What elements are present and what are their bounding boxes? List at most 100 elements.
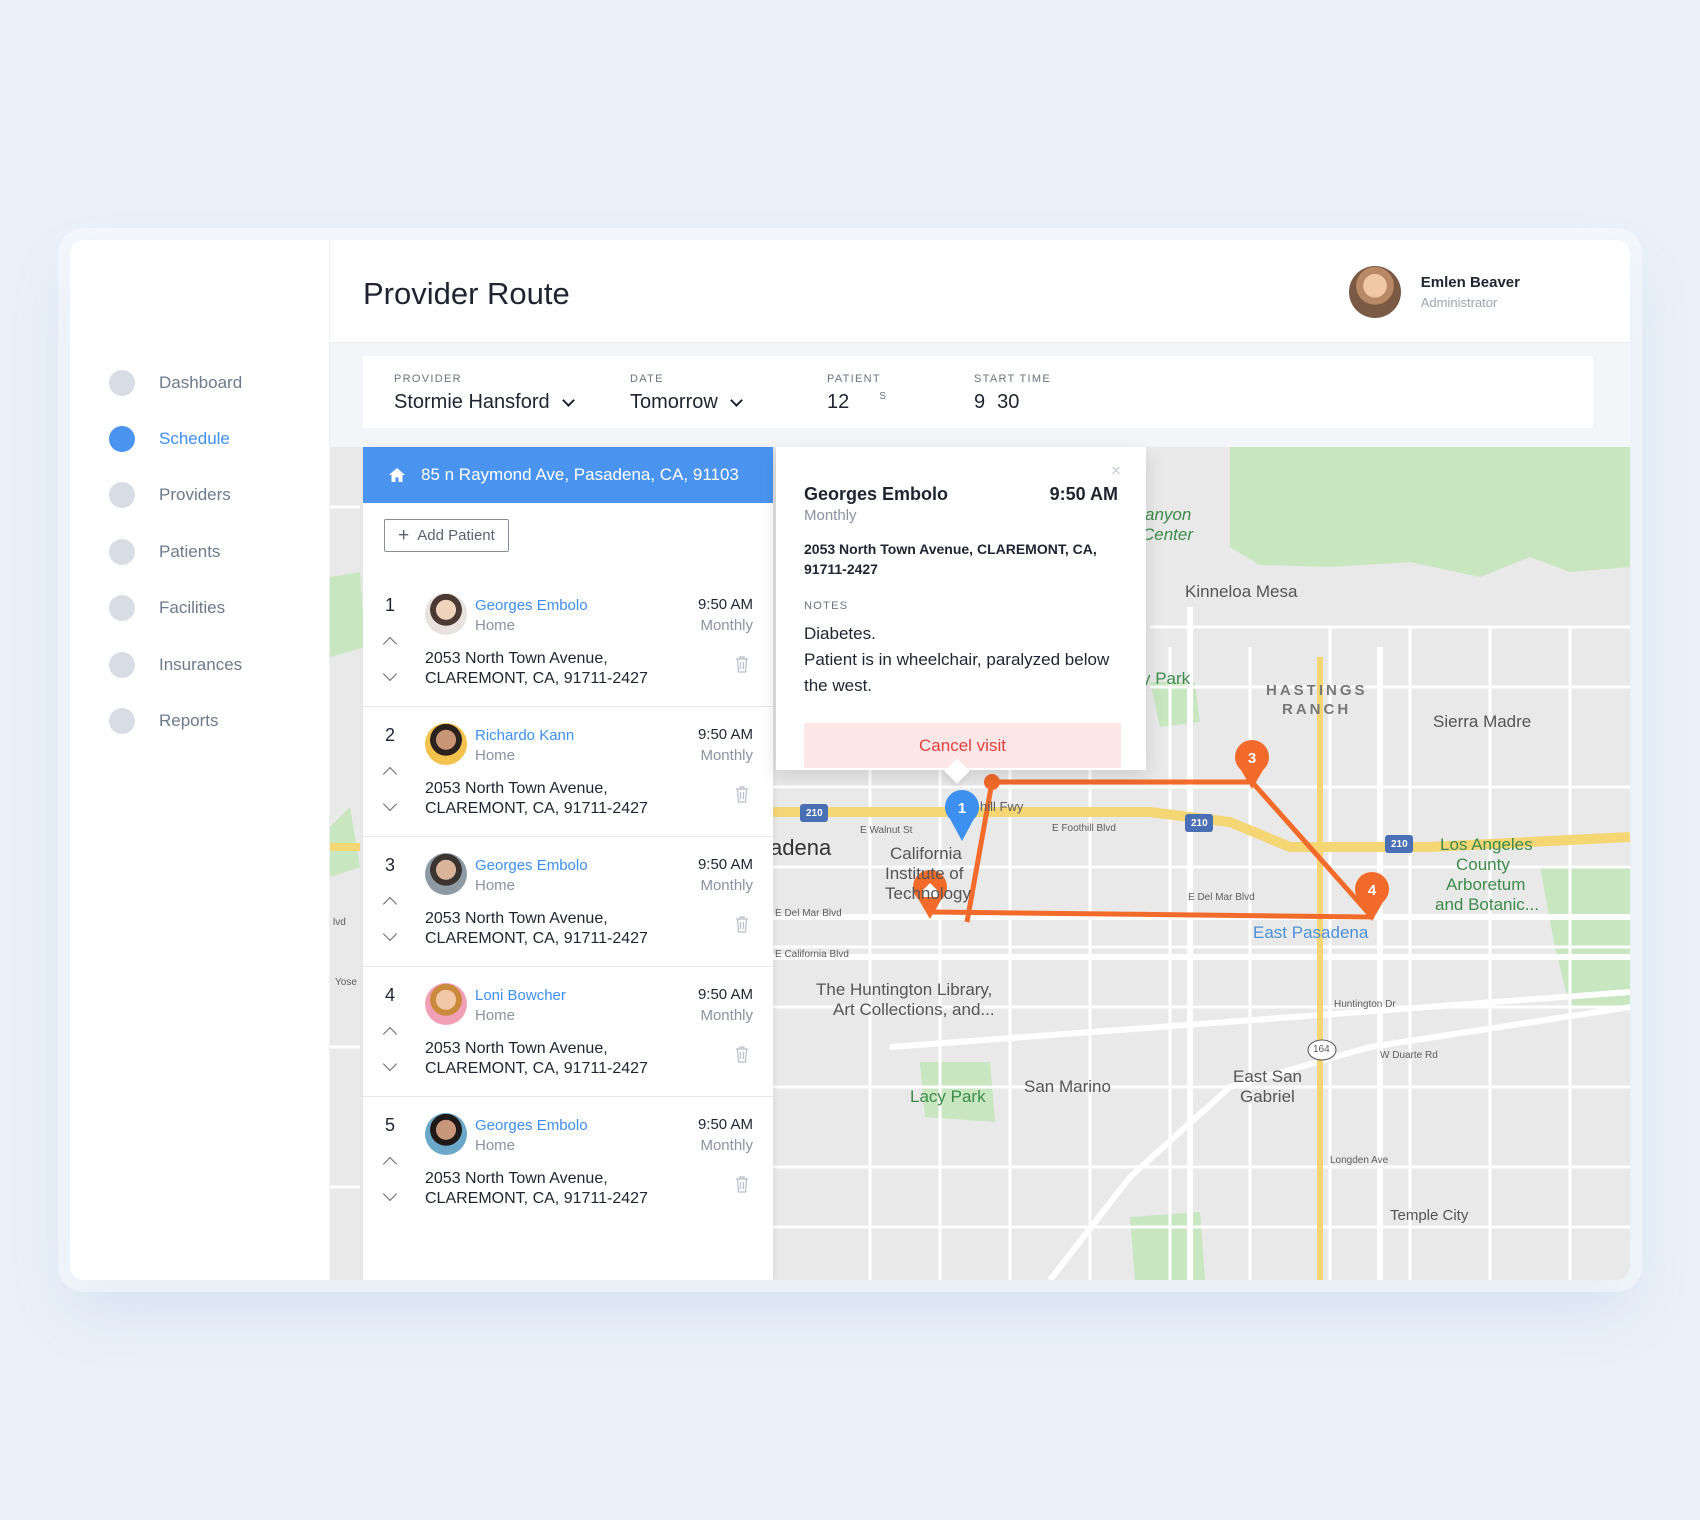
facilities-icon [109,595,135,621]
route-stop[interactable]: 5 Georges Embolo Home 9:50 AM Monthly 20… [363,1097,773,1227]
shield-210-label: 210 [806,808,823,819]
patients-filter[interactable]: PATIENT 12 S [827,373,886,414]
home-address-bar[interactable]: 85 n Raymond Ave, Pasadena, CA, 91103 [363,447,773,503]
sidebar-item-label: Patients [159,542,221,561]
stop-number: 1 [385,595,396,615]
move-down-icon[interactable] [382,796,398,812]
shield-210-label: 210 [1391,839,1408,850]
chevron-down-icon [561,393,575,407]
sidebar-item-label: Reports [159,711,219,730]
move-up-icon[interactable] [382,766,398,782]
visit-time: 9:50 AM [697,856,753,873]
address-line: CLAREMONT, CA, 91711-2427 [425,670,648,687]
patient-name-link[interactable]: Georges Embolo [475,857,588,874]
user-profile[interactable]: Emlen Beaver Administrator [1348,266,1520,318]
sidebar-item-providers[interactable]: Providers [109,482,231,508]
provider-filter[interactable]: PROVIDER Stormie Hansford [394,373,575,414]
note-line: Patient is in wheelchair, paralyzed belo… [804,650,1110,695]
popup-frequency: Monthly [804,507,857,524]
move-down-icon[interactable] [382,1056,398,1072]
sidebar-item-label: Providers [159,485,231,504]
move-up-icon[interactable] [382,1026,398,1042]
arboretum-area [1540,867,1630,1007]
address-line: CLAREMONT, CA, 91711-2427 [425,1190,648,1207]
move-up-icon[interactable] [382,636,398,652]
stop-number: 4 [385,985,396,1005]
map-label-lacy-park: Lacy Park [910,1087,986,1106]
map-label-caltech: Institute of [885,864,964,883]
visit-time: 9:50 AM [697,596,753,613]
move-up-icon[interactable] [382,896,398,912]
add-patient-button[interactable]: + Add Patient [384,519,509,552]
visit-frequency: Monthly [700,1007,753,1024]
close-icon[interactable]: × [1111,461,1121,481]
visit-location: Home [475,1007,516,1024]
cancel-visit-button[interactable]: Cancel visit [804,723,1121,768]
note-line: Diabetes. [804,624,876,643]
route-stop[interactable]: 3 Georges Embolo Home 9:50 AM Monthly 20… [363,837,773,967]
route-stop[interactable]: 4 Loni Bowcher Home 9:50 AM Monthly 2053… [363,967,773,1097]
patient-name-link[interactable]: Georges Embolo [475,597,588,614]
top-bar: Provider Route Emlen Beaver Administrato… [330,240,1630,343]
address-line: 2053 North Town Avenue, [425,780,608,797]
patients-count-input[interactable]: 12 [827,391,849,414]
address-line: CLAREMONT, CA, 91711-2427 [425,800,648,817]
start-minute-input[interactable]: 30 [997,391,1019,414]
trash-icon[interactable] [735,785,749,803]
user-role: Administrator [1420,295,1498,310]
trash-icon[interactable] [735,1175,749,1193]
visit-time: 9:50 AM [697,1116,753,1133]
map-label-east-san-gabriel: East San [1233,1067,1302,1086]
address-line: 2053 North Town Avenue, [425,1170,608,1187]
patient-name-link[interactable]: Richardo Kann [475,727,574,744]
sidebar-item-dashboard[interactable]: Dashboard [109,370,242,396]
route-stop[interactable]: 2 Richardo Kann Home 9:50 AM Monthly 205… [363,707,773,837]
visit-location: Home [475,1137,516,1154]
providers-icon [109,482,135,508]
address-line: 2053 North Town Avenue, [425,650,608,667]
stop-number: 3 [385,855,396,875]
sidebar-item-insurances[interactable]: Insurances [109,652,242,678]
date-filter[interactable]: DATE Tomorrow [630,373,743,414]
visit-time: 9:50 AM [697,986,753,1003]
visit-frequency: Monthly [700,747,753,764]
visit-popup: × Georges Embolo 9:50 AM Monthly 2053 No… [776,447,1146,770]
patient-address: 2053 North Town Avenue, CLAREMONT, CA, 9… [425,909,648,949]
move-up-icon[interactable] [382,1156,398,1172]
park-area-bottom [1130,1212,1205,1280]
map-label-san-marino: San Marino [1024,1077,1111,1096]
map-label-sierra-madre: Sierra Madre [1433,712,1532,731]
map-label-canyon: anyon [1145,505,1192,524]
map-label-hastings: HASTINGS [1266,682,1368,699]
start-hour-input[interactable]: 9 [974,391,985,414]
notes-label: NOTES [804,600,849,612]
map-label-arboretum: and Botanic... [1435,895,1539,914]
sidebar-item-facilities[interactable]: Facilities [109,595,225,621]
sidebar-item-schedule[interactable]: Schedule [109,426,230,452]
patient-name-link[interactable]: Loni Bowcher [475,987,566,1004]
marker-4[interactable]: 4 [1355,872,1389,921]
filter-label: PROVIDER [394,373,462,385]
patients-icon [109,539,135,565]
patient-name-link[interactable]: Georges Embolo [475,1117,588,1134]
popup-notes: Diabetes. Patient is in wheelchair, para… [804,621,1124,699]
home-icon [389,468,405,482]
main-content: Provider Route Emlen Beaver Administrato… [330,240,1630,1280]
move-down-icon[interactable] [382,666,398,682]
map-label-park: y Park [1142,669,1191,688]
sidebar-item-reports[interactable]: Reports [109,708,219,734]
route-panel: 85 n Raymond Ave, Pasadena, CA, 91103 + … [363,447,773,1280]
move-down-icon[interactable] [382,926,398,942]
marker-2-dot[interactable] [984,774,1000,790]
trash-icon[interactable] [735,1045,749,1063]
user-name: Emlen Beaver [1420,274,1520,291]
move-down-icon[interactable] [382,1186,398,1202]
trash-icon[interactable] [735,655,749,673]
trash-icon[interactable] [735,915,749,933]
visit-frequency: Monthly [700,877,753,894]
marker-1[interactable]: 1 [945,790,979,841]
start-time-filter[interactable]: START TIME 9 30 [974,373,1051,414]
sidebar-item-patients[interactable]: Patients [109,539,220,565]
provider-select-value: Stormie Hansford [394,391,550,413]
route-stop[interactable]: 1 Georges Embolo Home 9:50 AM Monthly 20… [363,577,773,707]
